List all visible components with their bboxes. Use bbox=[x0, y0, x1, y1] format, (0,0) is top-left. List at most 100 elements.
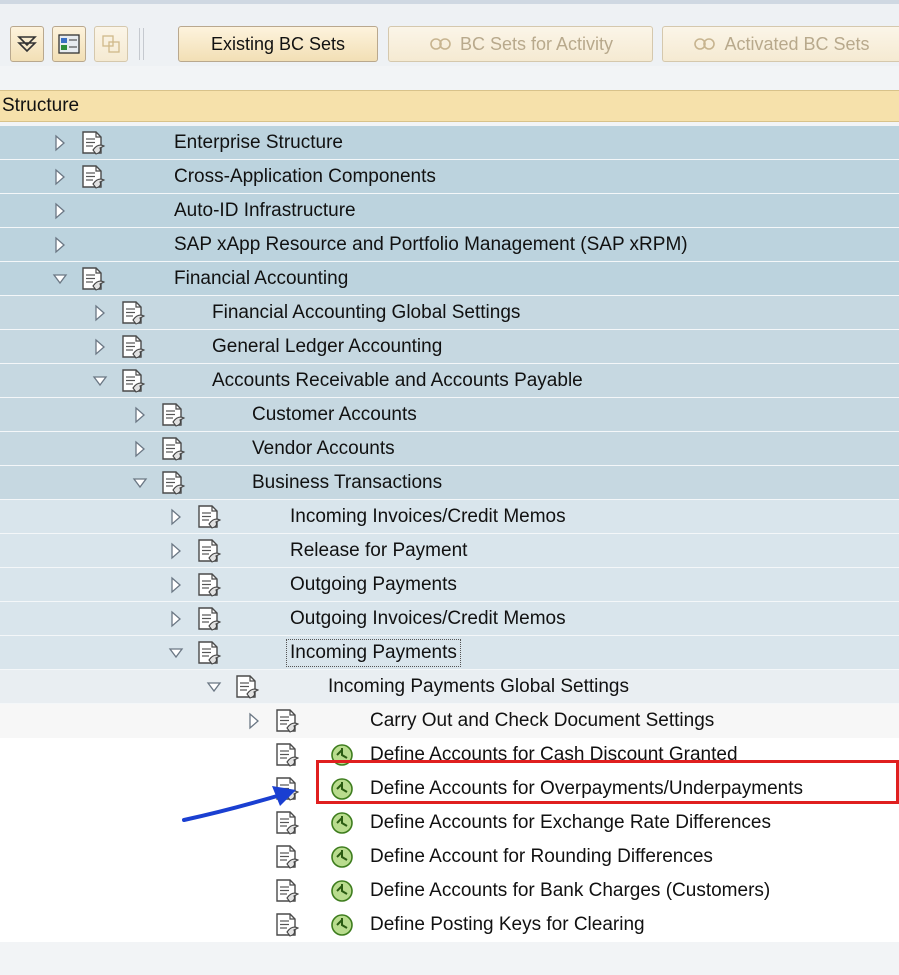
tree-node-label: Outgoing Invoices/Credit Memos bbox=[290, 608, 566, 629]
tree-row[interactable]: Vendor Accounts bbox=[0, 432, 899, 466]
tree-node-label: Accounts Receivable and Accounts Payable bbox=[212, 370, 583, 391]
tree-node-label: Cross-Application Components bbox=[174, 166, 436, 187]
tree-node-label: Define Accounts for Bank Charges (Custom… bbox=[370, 880, 771, 901]
documentation-icon[interactable] bbox=[120, 334, 146, 361]
documentation-icon[interactable] bbox=[196, 504, 222, 531]
expand-arrow-icon[interactable] bbox=[92, 303, 108, 323]
documentation-icon[interactable] bbox=[160, 470, 186, 497]
expand-arrow-icon[interactable] bbox=[168, 541, 184, 561]
documentation-icon[interactable] bbox=[196, 572, 222, 599]
tree-node-label: Vendor Accounts bbox=[252, 438, 395, 459]
tree-row[interactable]: Define Accounts for Exchange Rate Differ… bbox=[0, 806, 899, 840]
existing-bc-sets-label: Existing BC Sets bbox=[210, 33, 346, 54]
tree-row[interactable]: Incoming Payments bbox=[0, 636, 899, 670]
red-highlight-box bbox=[316, 760, 899, 804]
tree-row[interactable]: Incoming Invoices/Credit Memos bbox=[0, 500, 899, 534]
collapse-arrow-icon[interactable] bbox=[168, 643, 184, 663]
display-table-icon[interactable] bbox=[52, 26, 86, 62]
expand-arrow-icon[interactable] bbox=[168, 575, 184, 595]
collapse-arrow-icon[interactable] bbox=[132, 473, 148, 493]
bc-sets-for-activity-label: BC Sets for Activity bbox=[459, 33, 614, 54]
tree-row[interactable]: Incoming Payments Global Settings bbox=[0, 670, 899, 704]
structure-column-header: Structure bbox=[0, 90, 899, 122]
activated-bc-sets-button[interactable]: Activated BC Sets bbox=[662, 26, 899, 62]
tree-row[interactable]: General Ledger Accounting bbox=[0, 330, 899, 364]
expand-arrow-icon[interactable] bbox=[132, 439, 148, 459]
tree-row[interactable]: Financial Accounting bbox=[0, 262, 899, 296]
execute-activity-icon[interactable] bbox=[330, 879, 354, 903]
execute-activity-icon[interactable] bbox=[330, 913, 354, 937]
tree-row[interactable]: Define Accounts for Bank Charges (Custom… bbox=[0, 874, 899, 908]
tree-row[interactable]: Carry Out and Check Document Settings bbox=[0, 704, 899, 738]
tree-node-label: Incoming Payments Global Settings bbox=[328, 676, 629, 697]
toolbar-separator bbox=[139, 28, 140, 60]
tree-node-label: SAP xApp Resource and Portfolio Manageme… bbox=[174, 234, 688, 255]
toolbar-top-strip bbox=[0, 0, 899, 4]
tree-row[interactable]: Outgoing Invoices/Credit Memos bbox=[0, 602, 899, 636]
documentation-icon[interactable] bbox=[80, 266, 106, 293]
collapse-all-icon[interactable] bbox=[10, 26, 44, 62]
execute-activity-icon[interactable] bbox=[330, 811, 354, 835]
documentation-icon[interactable] bbox=[274, 742, 300, 769]
tree-row[interactable]: Enterprise Structure bbox=[0, 126, 899, 160]
documentation-icon[interactable] bbox=[196, 538, 222, 565]
tree-node-label: Define Accounts for Exchange Rate Differ… bbox=[370, 812, 771, 833]
execute-activity-icon[interactable] bbox=[330, 845, 354, 869]
tree-node-label: Enterprise Structure bbox=[174, 132, 343, 153]
tree-node-label: Define Posting Keys for Clearing bbox=[370, 914, 645, 935]
structure-header-label: Structure bbox=[2, 95, 80, 116]
tree-node-label: Define Account for Rounding Differences bbox=[370, 846, 713, 867]
documentation-icon[interactable] bbox=[120, 300, 146, 327]
expand-arrow-icon[interactable] bbox=[92, 337, 108, 357]
tree-row[interactable]: Define Posting Keys for Clearing bbox=[0, 908, 899, 942]
bc-set-link-icon bbox=[428, 35, 454, 53]
collapse-arrow-icon[interactable] bbox=[206, 677, 222, 697]
tree-row[interactable]: Define Account for Rounding Differences bbox=[0, 840, 899, 874]
tree-node-label: Business Transactions bbox=[252, 472, 443, 493]
expand-arrow-icon[interactable] bbox=[52, 235, 68, 255]
expand-arrow-icon[interactable] bbox=[52, 167, 68, 187]
documentation-icon[interactable] bbox=[80, 130, 106, 157]
collapse-arrow-icon[interactable] bbox=[92, 371, 108, 391]
expand-arrow-icon[interactable] bbox=[168, 609, 184, 629]
tree-row[interactable]: Customer Accounts bbox=[0, 398, 899, 432]
documentation-icon[interactable] bbox=[196, 640, 222, 667]
tree-node-label: Release for Payment bbox=[290, 540, 468, 561]
documentation-icon[interactable] bbox=[274, 878, 300, 905]
expand-arrow-icon[interactable] bbox=[52, 201, 68, 221]
expand-arrow-icon[interactable] bbox=[52, 133, 68, 153]
existing-bc-sets-button[interactable]: Existing BC Sets bbox=[178, 26, 378, 62]
tree-row[interactable]: Cross-Application Components bbox=[0, 160, 899, 194]
tree-node-label: Financial Accounting bbox=[174, 268, 349, 289]
documentation-icon[interactable] bbox=[274, 912, 300, 939]
copy-structure-icon[interactable] bbox=[94, 26, 128, 62]
documentation-icon[interactable] bbox=[160, 436, 186, 463]
expand-arrow-icon[interactable] bbox=[246, 711, 262, 731]
documentation-icon[interactable] bbox=[80, 164, 106, 191]
tree-row[interactable]: Financial Accounting Global Settings bbox=[0, 296, 899, 330]
documentation-icon[interactable] bbox=[234, 674, 260, 701]
bc-sets-for-activity-button[interactable]: BC Sets for Activity bbox=[388, 26, 653, 62]
tree-row[interactable]: Release for Payment bbox=[0, 534, 899, 568]
tree-node-label: Incoming Invoices/Credit Memos bbox=[290, 506, 566, 527]
expand-arrow-icon[interactable] bbox=[168, 507, 184, 527]
tree-node-label-focused: Incoming Payments bbox=[286, 639, 461, 667]
tree-node-label: Outgoing Payments bbox=[290, 574, 457, 595]
tree-node-label: General Ledger Accounting bbox=[212, 336, 443, 357]
tree-node-label: Financial Accounting Global Settings bbox=[212, 302, 521, 323]
activated-bc-set-icon bbox=[692, 35, 718, 53]
tree-node-label: Carry Out and Check Document Settings bbox=[370, 710, 715, 731]
tree-row[interactable]: Accounts Receivable and Accounts Payable bbox=[0, 364, 899, 398]
tree-row[interactable]: Outgoing Payments bbox=[0, 568, 899, 602]
documentation-icon[interactable] bbox=[160, 402, 186, 429]
documentation-icon[interactable] bbox=[274, 844, 300, 871]
documentation-icon[interactable] bbox=[274, 708, 300, 735]
documentation-icon[interactable] bbox=[196, 606, 222, 633]
tree-row[interactable]: Business Transactions bbox=[0, 466, 899, 500]
blue-arrow-annotation bbox=[182, 786, 296, 822]
documentation-icon[interactable] bbox=[120, 368, 146, 395]
collapse-arrow-icon[interactable] bbox=[52, 269, 68, 289]
tree-row[interactable]: Auto-ID Infrastructure bbox=[0, 194, 899, 228]
tree-row[interactable]: SAP xApp Resource and Portfolio Manageme… bbox=[0, 228, 899, 262]
expand-arrow-icon[interactable] bbox=[132, 405, 148, 425]
